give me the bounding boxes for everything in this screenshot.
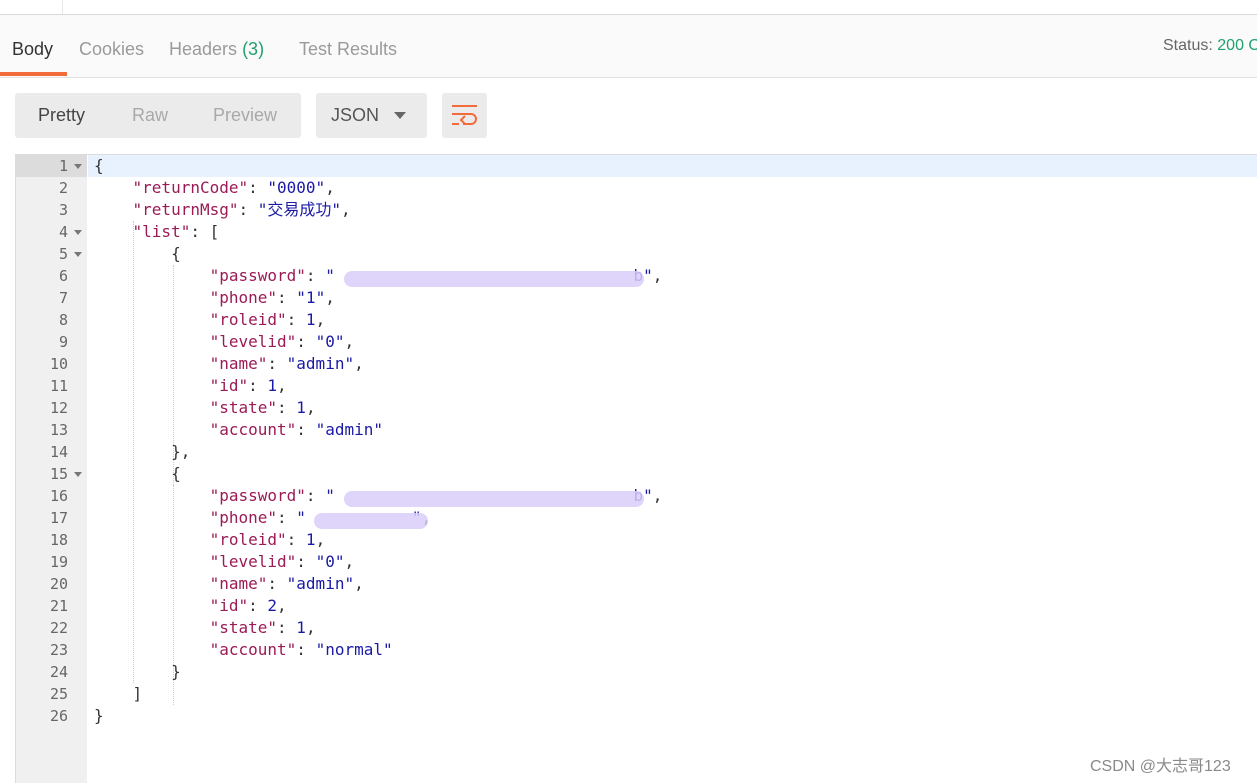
response-tabs-bar: Body Cookies Headers (3) Test Results St… xyxy=(0,15,1257,78)
code-line: { xyxy=(94,156,104,175)
response-status: Status: 200 O xyxy=(1163,37,1257,55)
chevron-down-icon xyxy=(394,112,406,119)
code-area[interactable]: { "returnCode": "0000", "returnMsg": "交易… xyxy=(88,155,1257,783)
code-line: "roleid": 1, xyxy=(209,310,326,329)
code-line: "name": "admin", xyxy=(209,574,364,593)
fold-arrow-icon[interactable] xyxy=(74,230,82,235)
line-number: 10 xyxy=(49,355,68,373)
line-number: 26 xyxy=(49,707,68,725)
fold-arrow-icon[interactable] xyxy=(74,164,82,169)
line-number: 24 xyxy=(49,663,68,681)
line-number: 7 xyxy=(58,289,68,307)
code-line: "name": "admin", xyxy=(209,354,364,373)
code-line: } xyxy=(94,706,104,725)
code-line: "phone": "1", xyxy=(209,288,335,307)
watermark: CSDN @大志哥123 xyxy=(1090,758,1231,775)
line-number: 15 xyxy=(49,465,68,483)
code-line: "account": "normal" xyxy=(209,640,393,659)
code-line: } xyxy=(94,662,181,681)
line-number: 3 xyxy=(58,201,68,219)
code-line: "id": 2, xyxy=(209,596,287,615)
line-number: 16 xyxy=(49,487,68,505)
fold-arrow-icon[interactable] xyxy=(74,252,82,257)
view-mode-group: Pretty Raw Preview xyxy=(15,93,301,138)
code-line: "state": 1, xyxy=(209,618,316,637)
top-strip-segment xyxy=(0,0,63,14)
active-line-highlight xyxy=(88,155,1257,177)
line-number: 8 xyxy=(58,311,68,329)
code-line: ] xyxy=(94,684,143,703)
tab-headers[interactable]: Headers (3) xyxy=(169,39,264,60)
line-number: 19 xyxy=(49,553,68,571)
redacted-password-1 xyxy=(344,271,644,287)
line-number: 23 xyxy=(49,641,68,659)
code-line: "returnMsg": "交易成功", xyxy=(132,200,351,219)
redacted-phone xyxy=(314,513,428,529)
fold-arrow-icon[interactable] xyxy=(74,472,82,477)
line-number-gutter: 1 2 3 4 5 6 7 8 9 10 11 12 13 14 15 16 17 18 19 20 21 22 23 24 2… xyxy=(16,155,87,783)
code-line: "list": [ xyxy=(132,222,220,241)
pretty-button[interactable]: Pretty xyxy=(38,105,85,126)
code-line: { xyxy=(94,244,181,263)
raw-button[interactable]: Raw xyxy=(132,105,168,126)
headers-count-badge: (3) xyxy=(242,39,265,59)
code-line: "levelid": "0", xyxy=(209,552,355,571)
line-number: 6 xyxy=(58,267,68,285)
tab-cookies[interactable]: Cookies xyxy=(79,39,144,60)
line-number: 14 xyxy=(49,443,68,461)
line-number: 4 xyxy=(58,223,68,241)
wrap-lines-button[interactable] xyxy=(442,93,487,138)
line-number: 11 xyxy=(49,377,68,395)
response-editor[interactable]: 1 2 3 4 5 6 7 8 9 10 11 12 13 14 15 16 17 18 19 20 21 22 23 24 2… xyxy=(15,154,1257,783)
code-line: "roleid": 1, xyxy=(209,530,326,549)
line-number: 17 xyxy=(49,509,68,527)
line-number: 22 xyxy=(49,619,68,637)
line-number: 12 xyxy=(49,399,68,417)
line-number: 25 xyxy=(49,685,68,703)
line-number: 9 xyxy=(58,333,68,351)
top-strip xyxy=(0,0,1257,15)
code-line: "state": 1, xyxy=(209,398,316,417)
code-line: "account": "admin" xyxy=(209,420,383,439)
wrap-lines-icon xyxy=(452,105,477,125)
code-line: "id": 1, xyxy=(209,376,287,395)
status-label: Status: xyxy=(1163,37,1213,54)
line-number: 21 xyxy=(49,597,68,615)
tab-headers-label: Headers xyxy=(169,39,238,59)
body-toolbar: Pretty Raw Preview JSON xyxy=(0,78,1257,154)
code-line: { xyxy=(94,464,181,483)
code-line: }, xyxy=(94,442,191,461)
format-select[interactable]: JSON xyxy=(316,93,427,138)
redacted-password-2 xyxy=(344,491,644,507)
format-select-value: JSON xyxy=(331,105,380,125)
code-line: "levelid": "0", xyxy=(209,332,355,351)
active-tab-underline xyxy=(0,72,67,76)
line-number: 5 xyxy=(58,245,68,263)
tab-test-results[interactable]: Test Results xyxy=(299,39,397,60)
preview-button[interactable]: Preview xyxy=(213,105,277,126)
status-value: 200 O xyxy=(1217,37,1257,54)
code-line: "returnCode": "0000", xyxy=(132,178,335,197)
line-number: 18 xyxy=(49,531,68,549)
line-number: 13 xyxy=(49,421,68,439)
line-number: 1 xyxy=(58,157,68,175)
line-number: 2 xyxy=(58,179,68,197)
line-number: 20 xyxy=(49,575,68,593)
tab-body[interactable]: Body xyxy=(12,39,53,60)
